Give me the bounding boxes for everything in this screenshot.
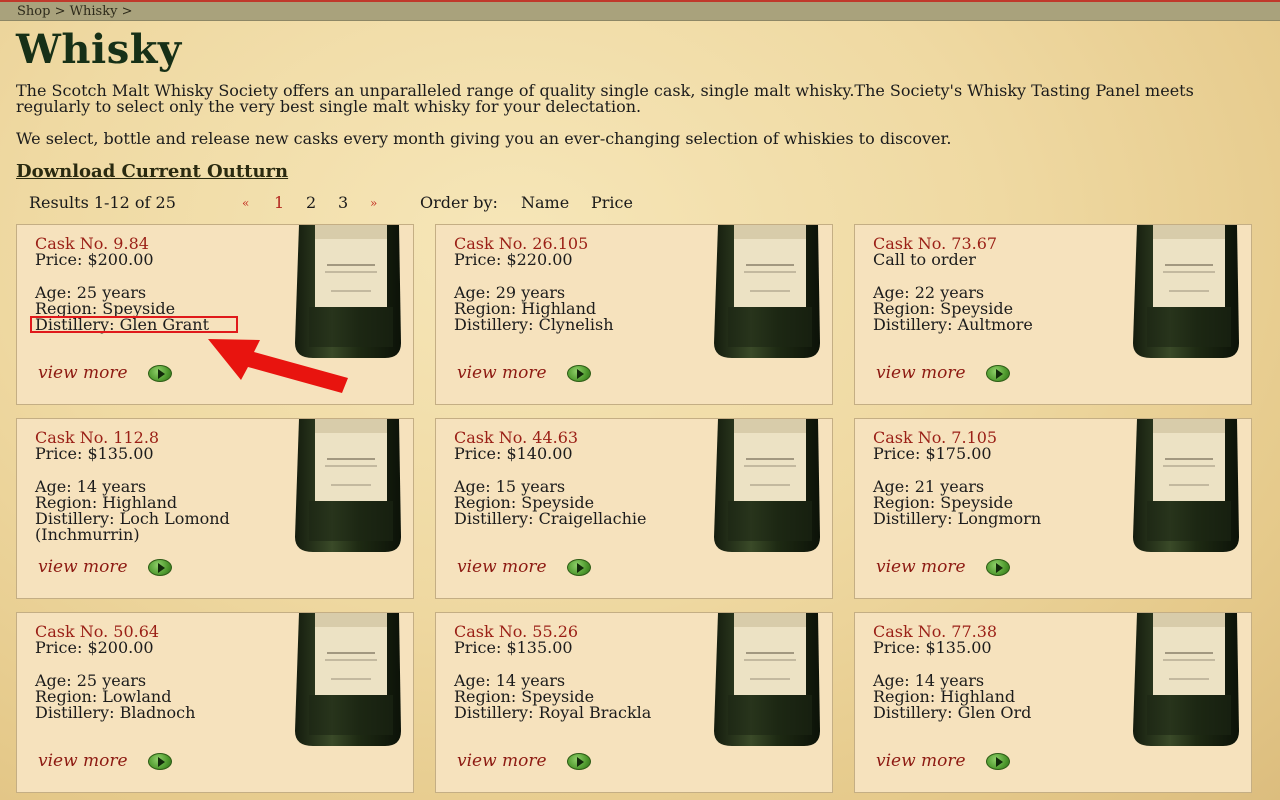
- view-more-link[interactable]: view more: [876, 363, 966, 383]
- intro-text-2: We select, bottle and release new casks …: [16, 129, 952, 148]
- breadcrumb-separator: >: [54, 4, 66, 19]
- results-toolbar: Results 1-12 of 25 « 1 2 3 » Order by: N…: [29, 193, 729, 213]
- product-price: Price: $175.00: [873, 444, 992, 463]
- prev-page-icon[interactable]: «: [242, 193, 249, 213]
- product-info: Cask No. 112.8 Price: $135.00 Age: 14 ye…: [35, 430, 280, 543]
- product-distillery: Distillery: Clynelish: [454, 315, 614, 334]
- order-by-name[interactable]: Name: [521, 193, 569, 213]
- product-price: Call to order: [873, 250, 976, 269]
- product-card: Cask No. 50.64 Price: $200.00 Age: 25 ye…: [16, 612, 414, 793]
- breadcrumb-shop[interactable]: Shop: [17, 4, 50, 19]
- product-distillery: Distillery: Royal Brackla: [454, 703, 652, 722]
- product-distillery: Distillery: Bladnoch: [35, 703, 196, 722]
- product-price: Price: $200.00: [35, 638, 154, 657]
- page-3-link[interactable]: 3: [338, 193, 348, 213]
- next-page-icon[interactable]: »: [370, 193, 377, 213]
- product-price: Price: $140.00: [454, 444, 573, 463]
- bottle-image[interactable]: [704, 419, 828, 554]
- product-card: Cask No. 77.38 Price: $135.00 Age: 14 ye…: [854, 612, 1252, 793]
- product-card: Cask No. 112.8 Price: $135.00 Age: 14 ye…: [16, 418, 414, 599]
- view-more-link[interactable]: view more: [457, 557, 547, 577]
- intro-text: The Scotch Malt Whisky Society offers an…: [16, 81, 1194, 116]
- view-more-link[interactable]: view more: [876, 557, 966, 577]
- product-price: Price: $135.00: [35, 444, 154, 463]
- product-card: Cask No. 7.105 Price: $175.00 Age: 21 ye…: [854, 418, 1252, 599]
- product-price: Price: $220.00: [454, 250, 573, 269]
- bottle-image[interactable]: [704, 613, 828, 748]
- product-distillery: Distillery: Longmorn: [873, 509, 1042, 528]
- product-price: Price: $135.00: [873, 638, 992, 657]
- arrow-right-icon[interactable]: [148, 559, 172, 576]
- product-info: Cask No. 55.26 Price: $135.00 Age: 14 ye…: [454, 624, 699, 721]
- page-2-link[interactable]: 2: [306, 193, 316, 213]
- bottle-image[interactable]: [1123, 419, 1247, 554]
- product-distillery: Distillery: Loch Lomond (Inchmurrin): [35, 509, 230, 544]
- bottle-image[interactable]: [704, 225, 828, 360]
- bottle-image[interactable]: [285, 613, 409, 748]
- order-by-price[interactable]: Price: [591, 193, 633, 213]
- product-info: Cask No. 73.67 Call to order Age: 22 yea…: [873, 236, 1118, 333]
- breadcrumb-separator: >: [121, 4, 133, 19]
- product-info: Cask No. 7.105 Price: $175.00 Age: 21 ye…: [873, 430, 1118, 527]
- results-count: Results 1-12 of 25: [29, 193, 176, 212]
- product-price: Price: $200.00: [35, 250, 154, 269]
- product-card: Cask No. 73.67 Call to order Age: 22 yea…: [854, 224, 1252, 405]
- arrow-right-icon[interactable]: [986, 365, 1010, 382]
- product-card: Cask No. 44.63 Price: $140.00 Age: 15 ye…: [435, 418, 833, 599]
- annotation-arrow-icon: [208, 339, 348, 393]
- product-price: Price: $135.00: [454, 638, 573, 657]
- product-info: Cask No. 77.38 Price: $135.00 Age: 14 ye…: [873, 624, 1118, 721]
- product-info: Cask No. 50.64 Price: $200.00 Age: 25 ye…: [35, 624, 280, 721]
- product-info: Cask No. 44.63 Price: $140.00 Age: 15 ye…: [454, 430, 699, 527]
- bottle-image[interactable]: [1123, 225, 1247, 360]
- arrow-right-icon[interactable]: [567, 365, 591, 382]
- product-distillery: Distillery: Craigellachie: [454, 509, 647, 528]
- breadcrumb: Shop > Whisky >: [0, 2, 1280, 21]
- product-info: Cask No. 26.105 Price: $220.00 Age: 29 y…: [454, 236, 699, 333]
- arrow-right-icon[interactable]: [148, 365, 172, 382]
- page-title: Whisky: [16, 26, 182, 73]
- arrow-right-icon[interactable]: [986, 753, 1010, 770]
- order-by-label: Order by:: [420, 193, 498, 212]
- view-more-link[interactable]: view more: [38, 557, 128, 577]
- view-more-link[interactable]: view more: [38, 363, 128, 383]
- bottle-image[interactable]: [285, 419, 409, 554]
- view-more-link[interactable]: view more: [38, 751, 128, 771]
- download-outturn-link[interactable]: Download Current Outturn: [16, 161, 288, 182]
- product-distillery: Distillery: Aultmore: [873, 315, 1033, 334]
- breadcrumb-whisky[interactable]: Whisky: [70, 4, 118, 19]
- arrow-right-icon[interactable]: [148, 753, 172, 770]
- arrow-right-icon[interactable]: [567, 753, 591, 770]
- view-more-link[interactable]: view more: [457, 363, 547, 383]
- page-1-link[interactable]: 1: [274, 193, 284, 213]
- view-more-link[interactable]: view more: [457, 751, 547, 771]
- arrow-right-icon[interactable]: [567, 559, 591, 576]
- product-card: Cask No. 55.26 Price: $135.00 Age: 14 ye…: [435, 612, 833, 793]
- view-more-link[interactable]: view more: [876, 751, 966, 771]
- product-distillery: Distillery: Glen Ord: [873, 703, 1032, 722]
- arrow-right-icon[interactable]: [986, 559, 1010, 576]
- bottle-image[interactable]: [1123, 613, 1247, 748]
- product-card: Cask No. 26.105 Price: $220.00 Age: 29 y…: [435, 224, 833, 405]
